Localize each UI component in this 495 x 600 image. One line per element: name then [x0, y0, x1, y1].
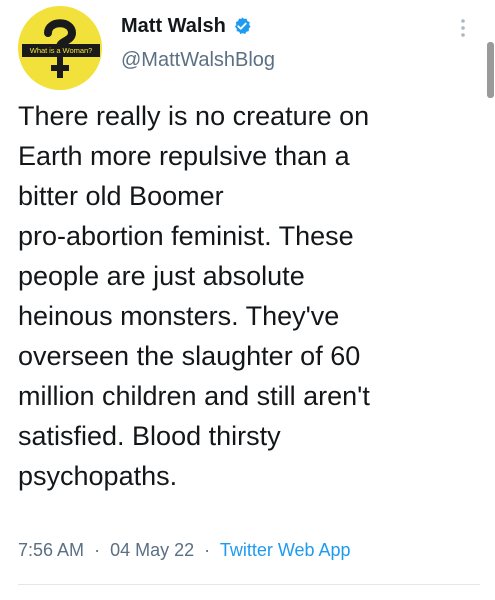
author-display-name[interactable]: Matt Walsh [121, 14, 226, 38]
tweet-line: people are just absolute [18, 261, 305, 291]
tweet-line: million children and still aren't [18, 381, 370, 411]
meta-separator: · [94, 540, 101, 560]
tweet-line: pro-abortion feminist. These [18, 221, 354, 251]
divider [18, 584, 480, 585]
author-name-row: Matt Walsh [121, 14, 252, 38]
tweet-text: There really is no creature on Earth mor… [18, 96, 480, 496]
meta-separator: · [204, 540, 211, 560]
verified-badge-icon [234, 17, 251, 34]
tweet-date[interactable]: 04 May 22 [110, 540, 194, 560]
tweet-line: heinous monsters. They've [18, 301, 340, 331]
tweet-source-link[interactable]: Twitter Web App [220, 540, 351, 560]
tweet-page: What is a Woman? Matt Walsh @MattWalshBl… [0, 0, 495, 600]
scrollbar-thumb[interactable] [487, 42, 494, 98]
avatar[interactable]: What is a Woman? [18, 6, 102, 90]
tweet-line: Earth more repulsive than a [18, 141, 350, 171]
tweet-line: bitter old Boomer [18, 181, 224, 211]
author-handle[interactable]: @MattWalshBlog [121, 48, 275, 72]
more-options-icon[interactable] [455, 14, 471, 42]
tweet-line: psychopaths. [18, 461, 178, 491]
tweet-line: There really is no creature on [18, 101, 370, 131]
tweet-meta: 7:56 AM · 04 May 22 · Twitter Web App [18, 538, 351, 562]
tweet-line: overseen the slaughter of 60 [18, 341, 361, 371]
avatar-caption: What is a Woman? [22, 44, 100, 57]
tweet-line: satisfied. Blood thirsty [18, 421, 281, 451]
tweet-time[interactable]: 7:56 AM [18, 540, 84, 560]
